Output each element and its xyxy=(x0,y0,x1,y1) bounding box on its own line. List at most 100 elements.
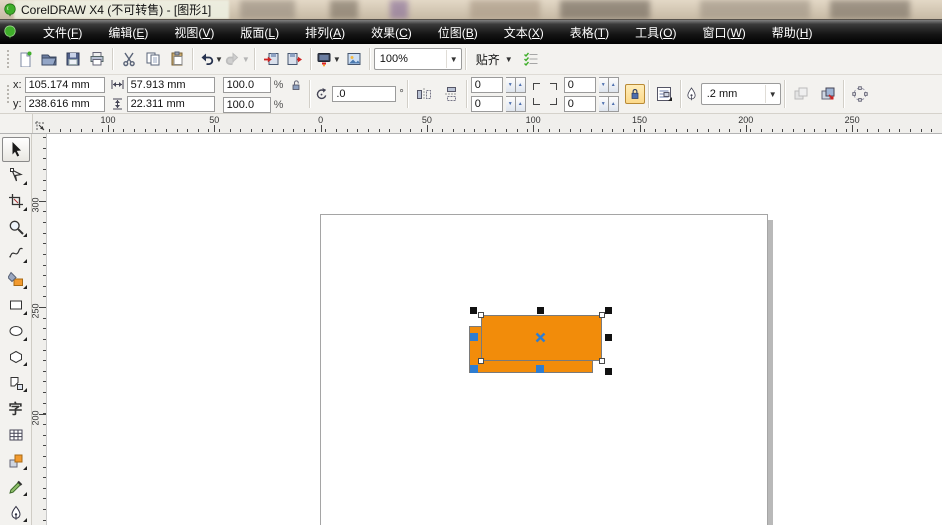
ellipse-tool[interactable] xyxy=(2,319,30,344)
object-width-input[interactable]: 57.913 mm xyxy=(127,77,215,93)
corner-node[interactable] xyxy=(599,312,605,318)
coreldraw-window: CorelDRAW X4 (不可转售) - [图形1] 文件(F)编辑(E)视图… xyxy=(0,0,942,521)
copy-button[interactable] xyxy=(141,46,165,72)
menu-item-window[interactable]: 窗口(W) xyxy=(689,20,758,45)
selection-handle-blue[interactable] xyxy=(470,365,478,373)
menu-item-table[interactable]: 表格(T) xyxy=(557,20,622,45)
round-corners-together-lock-button[interactable] xyxy=(625,84,645,104)
new-document-button[interactable] xyxy=(13,46,37,72)
corner-radius-top-left-input[interactable]: 0 xyxy=(471,77,503,93)
freehand-tool[interactable] xyxy=(2,241,30,266)
send-to-back-button[interactable] xyxy=(816,82,840,106)
mirror-horizontal-button[interactable] xyxy=(412,82,436,106)
menu-item-tools[interactable]: 工具(O) xyxy=(622,20,689,45)
selection-handle-black[interactable] xyxy=(605,307,612,314)
cut-button[interactable] xyxy=(117,46,141,72)
chevron-down-icon[interactable]: ▼ xyxy=(765,85,780,103)
bring-to-front-button[interactable] xyxy=(789,82,813,106)
crop-tool[interactable] xyxy=(2,189,30,214)
horizontal-ruler[interactable]: 10050050100150200250 xyxy=(47,114,942,133)
pick-tool[interactable] xyxy=(2,137,30,162)
outline-width-value: .2 mm xyxy=(702,88,743,100)
snap-to-button[interactable]: 贴齐▼ xyxy=(470,48,519,71)
table-tool[interactable] xyxy=(2,422,30,447)
chevron-down-icon[interactable]: ▼ xyxy=(446,50,461,68)
chevron-down-icon[interactable]: ▼ xyxy=(505,55,513,64)
import-button[interactable] xyxy=(259,46,283,72)
y-position-input[interactable]: 238.616 mm xyxy=(25,96,105,112)
outline-width-combo[interactable]: .2 mm ▼ xyxy=(701,83,781,105)
selection-handle-black[interactable] xyxy=(537,307,544,314)
selection-handle-blue[interactable] xyxy=(536,365,544,373)
ruler-origin-icon[interactable] xyxy=(33,114,47,133)
basic-shapes-tool[interactable] xyxy=(2,370,30,395)
corner-node[interactable] xyxy=(599,358,605,364)
corner-radius-bottom-left-input[interactable]: 0 xyxy=(471,96,503,112)
print-button[interactable] xyxy=(85,46,109,72)
menu-item-help[interactable]: 帮助(H) xyxy=(759,20,826,45)
scale-lock-button[interactable] xyxy=(286,76,306,94)
document-icon[interactable] xyxy=(3,25,17,39)
paste-button[interactable] xyxy=(165,46,189,72)
corner-node[interactable] xyxy=(478,358,484,364)
selection-center-mark[interactable] xyxy=(535,332,546,343)
export-button[interactable] xyxy=(283,46,307,72)
menu-item-bitmaps[interactable]: 位图(B) xyxy=(425,20,491,45)
menu-item-view[interactable]: 视图(V) xyxy=(161,20,227,45)
scale-h-input[interactable]: 100.0 xyxy=(223,77,271,93)
eyedropper-tool[interactable] xyxy=(2,474,30,499)
corner-spinner[interactable]: ▼▲ xyxy=(599,96,619,112)
toolbar-grip[interactable] xyxy=(5,48,10,70)
save-button[interactable] xyxy=(61,46,85,72)
x-label: x: xyxy=(13,79,22,91)
zoom-tool[interactable] xyxy=(2,215,30,240)
blend-tool[interactable] xyxy=(2,448,30,473)
corner-radius-top-right-input[interactable]: 0 xyxy=(564,77,596,93)
mirror-vertical-button[interactable] xyxy=(439,82,463,106)
rotation-angle-input[interactable]: .0 xyxy=(332,86,396,102)
text-wrap-button[interactable] xyxy=(653,82,677,106)
redo-button[interactable]: ▼ xyxy=(224,46,251,72)
options-button[interactable] xyxy=(519,46,543,72)
undo-button[interactable]: ▼ xyxy=(197,46,224,72)
selection-handle-black[interactable] xyxy=(605,334,612,341)
menu-item-text[interactable]: 文本(X) xyxy=(491,20,557,45)
menu-item-effects[interactable]: 效果(C) xyxy=(358,20,425,45)
menu-item-arrange[interactable]: 排列(A) xyxy=(292,20,358,45)
rectangle-tool[interactable] xyxy=(2,293,30,318)
shape-tool[interactable] xyxy=(2,163,30,188)
corner-node[interactable] xyxy=(478,312,484,318)
corner-radius-bottom-right-input[interactable]: 0 xyxy=(564,96,596,112)
selection-handle-blue[interactable] xyxy=(470,333,478,341)
convert-to-curves-button[interactable] xyxy=(848,82,872,106)
hruler-label: 100 xyxy=(526,115,541,125)
corner-spinner[interactable]: ▼▲ xyxy=(506,77,526,93)
open-button[interactable] xyxy=(37,46,61,72)
smart-fill-tool[interactable] xyxy=(2,267,30,292)
menu-item-layout[interactable]: 版面(L) xyxy=(227,20,292,45)
polygon-tool[interactable] xyxy=(2,345,30,370)
text-tool[interactable]: 字 xyxy=(2,396,30,421)
menu-item-file[interactable]: 文件(F) xyxy=(30,20,95,45)
scale-v-input[interactable]: 100.0 xyxy=(223,97,271,113)
vertical-ruler[interactable]: 300250200 xyxy=(32,134,47,525)
welcome-screen-button[interactable] xyxy=(342,46,366,72)
title-bar[interactable]: CorelDRAW X4 (不可转售) - [图形1] xyxy=(0,0,942,20)
drawing-canvas[interactable] xyxy=(47,134,942,525)
zoom-level-combo[interactable]: 100% ▼ xyxy=(374,48,462,70)
corner-spinner[interactable]: ▼▲ xyxy=(599,77,619,93)
selection-handle-black[interactable] xyxy=(605,368,612,375)
menu-item-edit[interactable]: 编辑(E) xyxy=(95,20,161,45)
corner-spinner[interactable]: ▼▲ xyxy=(506,96,526,112)
toolbar-grip[interactable] xyxy=(5,83,10,105)
outline-pen-tool[interactable] xyxy=(2,500,30,525)
chevron-down-icon[interactable]: ▼ xyxy=(215,55,223,64)
selection-handle-black[interactable] xyxy=(470,307,477,314)
rotation-group: .0 ° xyxy=(314,86,403,102)
x-position-input[interactable]: 105.174 mm xyxy=(25,77,105,93)
application-launcher-button[interactable]: ▼ xyxy=(315,46,342,72)
zoom-level-value: 100% xyxy=(375,53,413,65)
chevron-down-icon[interactable]: ▼ xyxy=(242,55,250,64)
chevron-down-icon[interactable]: ▼ xyxy=(333,55,341,64)
object-height-input[interactable]: 22.311 mm xyxy=(127,96,215,112)
